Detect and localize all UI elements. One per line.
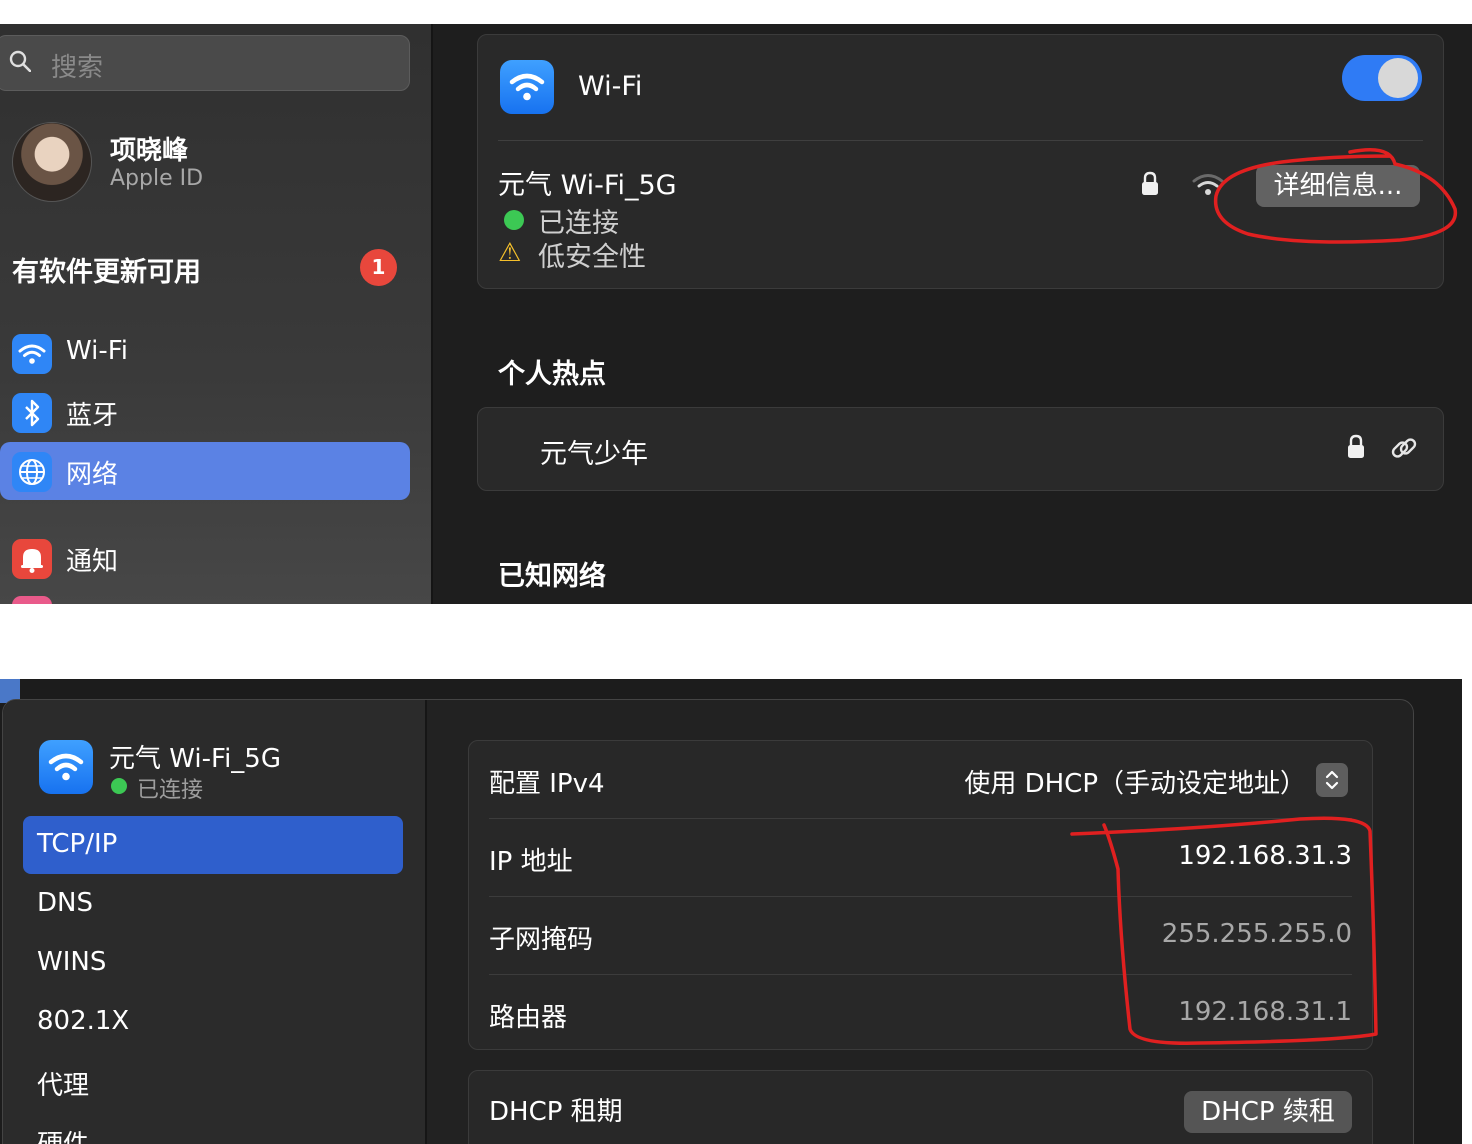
network-details-panel: 元气 Wi-Fi_5G 已连接 TCP/IP DNS WINS 802.1X 代…: [0, 679, 1462, 1144]
configure-ipv4-row[interactable]: 配置 IPv4 使用 DHCP（手动设定地址）: [469, 741, 1372, 819]
ip-address-row: IP 地址 192.168.31.3: [469, 819, 1372, 897]
tab-8021x[interactable]: 802.1X: [23, 993, 403, 1051]
dhcp-card: DHCP 租期 DHCP 续租: [468, 1070, 1373, 1144]
router-label: 路由器: [489, 1003, 568, 1033]
known-networks-heading: 已知网络: [498, 561, 606, 592]
wifi-icon: [500, 60, 554, 114]
account-subtitle[interactable]: Apple ID: [110, 166, 203, 191]
connected-dot-icon: [111, 778, 127, 794]
toggle-knob: [1378, 58, 1418, 98]
tab-label: WINS: [37, 947, 107, 977]
details-button[interactable]: 详细信息...: [1256, 165, 1420, 207]
tab-tcpip[interactable]: TCP/IP: [23, 816, 403, 874]
network-name: 元气 Wi-Fi_5G: [109, 744, 281, 774]
search-field[interactable]: 搜索: [0, 35, 410, 91]
tab-proxy[interactable]: 代理: [23, 1052, 403, 1110]
lock-icon: [1348, 434, 1364, 458]
hotspot-network-name: 元气少年: [540, 439, 648, 470]
sidebar-item-bluetooth[interactable]: 蓝牙: [0, 383, 410, 441]
subnet-mask-label: 子网掩码: [489, 925, 594, 955]
details-sidebar: 元气 Wi-Fi_5G 已连接 TCP/IP DNS WINS 802.1X 代…: [3, 700, 427, 1144]
sidebar-item-wifi[interactable]: Wi-Fi: [0, 324, 410, 382]
ip-address-value: 192.168.31.3: [1178, 841, 1352, 871]
connected-dot-icon: [504, 210, 524, 230]
sidebar-item-notifications[interactable]: 通知: [0, 529, 410, 587]
sidebar-next-item-icon: [12, 596, 52, 604]
bell-icon: [12, 539, 52, 579]
tab-wins[interactable]: WINS: [23, 934, 403, 992]
subnet-mask-row: 子网掩码 255.255.255.0: [469, 897, 1372, 975]
hotspot-card[interactable]: 元气少年: [477, 407, 1444, 491]
bluetooth-icon: [12, 393, 52, 433]
link-icon: [1391, 438, 1417, 458]
sidebar-item-label: 网络: [66, 460, 119, 490]
account-name[interactable]: 项晓峰: [110, 130, 188, 167]
tab-label: 802.1X: [37, 1006, 130, 1036]
network-status: 已连接: [137, 778, 204, 803]
tab-label: TCP/IP: [37, 829, 118, 859]
software-update-label[interactable]: 有软件更新可用: [12, 250, 201, 289]
renew-dhcp-button[interactable]: DHCP 续租: [1184, 1091, 1352, 1133]
settings-sidebar: 搜索 项晓峰 Apple ID 有软件更新可用 1 Wi-Fi 蓝牙 网络 通知: [0, 24, 433, 604]
tab-label: 硬件: [37, 1124, 89, 1144]
wifi-icon: [12, 334, 52, 374]
sidebar-item-label: 蓝牙: [66, 401, 119, 431]
hotspot-heading: 个人热点: [498, 359, 606, 390]
update-badge: 1: [360, 249, 397, 286]
subnet-mask-value: 255.255.255.0: [1161, 919, 1352, 949]
security-warning: 低安全性: [538, 242, 646, 273]
divider: [498, 140, 1423, 141]
sidebar-item-network[interactable]: 网络: [0, 442, 410, 500]
wifi-title: Wi-Fi: [578, 71, 643, 102]
avatar[interactable]: [12, 122, 92, 202]
configure-ipv4-label: 配置 IPv4: [489, 769, 605, 799]
warning-icon: ⚠: [498, 238, 522, 268]
ip-address-label: IP 地址: [489, 847, 573, 877]
wifi-icon: [39, 740, 93, 794]
current-network-name: 元气 Wi-Fi_5G: [498, 170, 677, 201]
globe-icon: [12, 452, 52, 492]
search-icon: [9, 50, 31, 72]
system-settings-panel: 搜索 项晓峰 Apple ID 有软件更新可用 1 Wi-Fi 蓝牙 网络 通知…: [0, 24, 1472, 604]
details-sheet: 元气 Wi-Fi_5G 已连接 TCP/IP DNS WINS 802.1X 代…: [2, 699, 1414, 1144]
wifi-toggle[interactable]: [1342, 55, 1422, 101]
sidebar-item-label: Wi-Fi: [66, 336, 129, 366]
lock-icon: [1142, 171, 1158, 195]
tab-label: DNS: [37, 888, 93, 918]
tab-label: 代理: [37, 1071, 90, 1101]
search-placeholder: 搜索: [51, 53, 104, 83]
tab-dns[interactable]: DNS: [23, 875, 403, 933]
ipv4-card: 配置 IPv4 使用 DHCP（手动设定地址） IP 地址 192.168.31…: [468, 740, 1373, 1050]
dhcp-lease-label: DHCP 租期: [489, 1097, 623, 1127]
tab-hardware[interactable]: 硬件: [23, 1111, 403, 1144]
router-row: 路由器 192.168.31.1: [469, 975, 1372, 1053]
router-value: 192.168.31.1: [1178, 997, 1352, 1027]
chevron-updown-icon[interactable]: [1316, 763, 1348, 797]
configure-ipv4-value[interactable]: 使用 DHCP（手动设定地址）: [964, 763, 1306, 800]
wifi-card: Wi-Fi 元气 Wi-Fi_5G 已连接 ⚠ 低安全性 详细信息...: [477, 34, 1444, 289]
wifi-signal-icon: [1192, 174, 1224, 195]
sidebar-item-label: 通知: [66, 547, 119, 577]
